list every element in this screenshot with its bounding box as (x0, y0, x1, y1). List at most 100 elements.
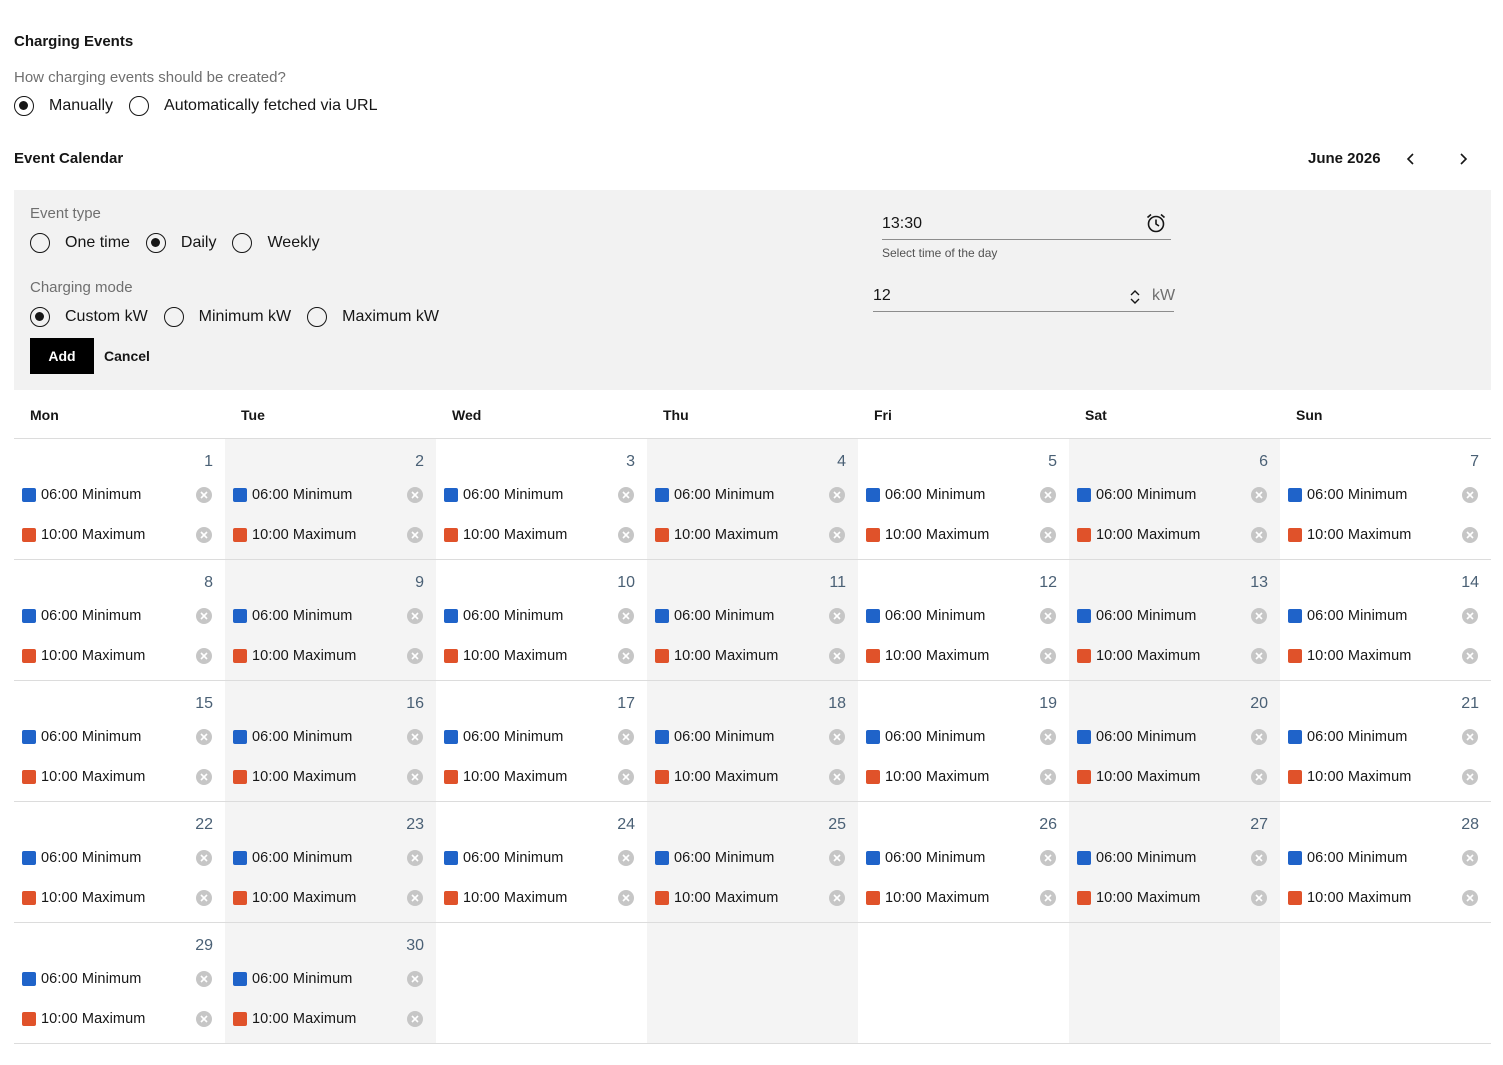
calendar-day-cell[interactable]: 13 06:00 Minimum 10:00 Maximum (1069, 560, 1280, 680)
calendar-day-cell[interactable]: 1 06:00 Minimum 10:00 Maximum (14, 439, 225, 559)
calendar-event[interactable]: 10:00 Maximum (655, 768, 846, 786)
calendar-event[interactable]: 06:00 Minimum (655, 486, 846, 504)
calendar-day-cell[interactable]: 19 06:00 Minimum 10:00 Maximum (858, 681, 1069, 801)
stepper-icon[interactable] (1128, 287, 1142, 307)
calendar-event[interactable]: 10:00 Maximum (1288, 647, 1479, 665)
close-circle-icon[interactable] (195, 1010, 213, 1028)
calendar-day-cell[interactable]: 2 06:00 Minimum 10:00 Maximum (225, 439, 436, 559)
close-circle-icon[interactable] (1250, 647, 1268, 665)
calendar-event[interactable]: 06:00 Minimum (655, 728, 846, 746)
close-circle-icon[interactable] (1250, 768, 1268, 786)
close-circle-icon[interactable] (406, 607, 424, 625)
calendar-event[interactable]: 06:00 Minimum (655, 607, 846, 625)
calendar-day-cell[interactable]: 29 06:00 Minimum 10:00 Maximum (14, 923, 225, 1043)
close-circle-icon[interactable] (195, 728, 213, 746)
close-circle-icon[interactable] (1250, 607, 1268, 625)
calendar-event[interactable]: 10:00 Maximum (866, 647, 1057, 665)
calendar-event[interactable]: 10:00 Maximum (233, 768, 424, 786)
radio-indicator[interactable] (30, 307, 50, 327)
calendar-event[interactable]: 10:00 Maximum (444, 768, 635, 786)
radio-maximum-kw[interactable]: Maximum kW (307, 307, 439, 327)
close-circle-icon[interactable] (1039, 889, 1057, 907)
calendar-day-cell[interactable]: 27 06:00 Minimum 10:00 Maximum (1069, 802, 1280, 922)
time-value[interactable]: 13:30 (882, 215, 922, 233)
calendar-day-cell[interactable]: 10 06:00 Minimum 10:00 Maximum (436, 560, 647, 680)
calendar-event[interactable]: 10:00 Maximum (22, 768, 213, 786)
calendar-day-cell[interactable]: 16 06:00 Minimum 10:00 Maximum (225, 681, 436, 801)
calendar-day-cell[interactable]: 21 06:00 Minimum 10:00 Maximum (1280, 681, 1491, 801)
close-circle-icon[interactable] (828, 889, 846, 907)
kw-value[interactable]: 12 (873, 287, 891, 305)
calendar-day-cell[interactable]: 30 06:00 Minimum 10:00 Maximum (225, 923, 436, 1043)
calendar-day-cell[interactable]: 7 06:00 Minimum 10:00 Maximum (1280, 439, 1491, 559)
close-circle-icon[interactable] (617, 486, 635, 504)
calendar-event[interactable]: 10:00 Maximum (1288, 768, 1479, 786)
calendar-day-cell[interactable]: 3 06:00 Minimum 10:00 Maximum (436, 439, 647, 559)
calendar-event[interactable]: 10:00 Maximum (22, 889, 213, 907)
calendar-event[interactable]: 06:00 Minimum (233, 728, 424, 746)
time-input[interactable]: 13:30 (882, 212, 1171, 240)
calendar-event[interactable]: 06:00 Minimum (444, 849, 635, 867)
close-circle-icon[interactable] (1461, 607, 1479, 625)
calendar-day-cell[interactable]: 4 06:00 Minimum 10:00 Maximum (647, 439, 858, 559)
radio-weekly[interactable]: Weekly (232, 233, 320, 253)
close-circle-icon[interactable] (617, 728, 635, 746)
calendar-event[interactable]: 06:00 Minimum (22, 607, 213, 625)
calendar-event[interactable]: 10:00 Maximum (1077, 647, 1268, 665)
calendar-event[interactable]: 06:00 Minimum (444, 728, 635, 746)
calendar-day-cell[interactable]: 17 06:00 Minimum 10:00 Maximum (436, 681, 647, 801)
close-circle-icon[interactable] (828, 849, 846, 867)
calendar-day-cell[interactable]: 26 06:00 Minimum 10:00 Maximum (858, 802, 1069, 922)
calendar-event[interactable]: 10:00 Maximum (444, 526, 635, 544)
close-circle-icon[interactable] (1461, 849, 1479, 867)
close-circle-icon[interactable] (195, 970, 213, 988)
calendar-event[interactable]: 10:00 Maximum (233, 889, 424, 907)
close-circle-icon[interactable] (406, 647, 424, 665)
calendar-event[interactable]: 10:00 Maximum (866, 526, 1057, 544)
close-circle-icon[interactable] (1039, 526, 1057, 544)
radio-indicator[interactable] (14, 96, 34, 116)
close-circle-icon[interactable] (1039, 728, 1057, 746)
calendar-event[interactable]: 06:00 Minimum (655, 849, 846, 867)
close-circle-icon[interactable] (617, 607, 635, 625)
next-month-button[interactable] (1451, 147, 1475, 171)
close-circle-icon[interactable] (195, 647, 213, 665)
calendar-event[interactable]: 06:00 Minimum (22, 849, 213, 867)
close-circle-icon[interactable] (617, 526, 635, 544)
kw-number-input[interactable]: 12 kW (873, 286, 1175, 312)
calendar-event[interactable]: 10:00 Maximum (233, 526, 424, 544)
calendar-event[interactable]: 06:00 Minimum (1077, 849, 1268, 867)
close-circle-icon[interactable] (1039, 768, 1057, 786)
close-circle-icon[interactable] (1461, 889, 1479, 907)
radio-daily[interactable]: Daily (145, 233, 216, 253)
calendar-event[interactable]: 06:00 Minimum (444, 607, 635, 625)
calendar-event[interactable]: 06:00 Minimum (233, 607, 424, 625)
close-circle-icon[interactable] (1250, 486, 1268, 504)
calendar-day-cell[interactable]: 20 06:00 Minimum 10:00 Maximum (1069, 681, 1280, 801)
calendar-event[interactable]: 10:00 Maximum (1077, 889, 1268, 907)
calendar-event[interactable]: 06:00 Minimum (444, 486, 635, 504)
close-circle-icon[interactable] (617, 889, 635, 907)
calendar-event[interactable]: 06:00 Minimum (866, 486, 1057, 504)
calendar-day-cell[interactable]: 18 06:00 Minimum 10:00 Maximum (647, 681, 858, 801)
alarm-clock-icon[interactable] (1145, 212, 1167, 234)
calendar-event[interactable]: 10:00 Maximum (22, 526, 213, 544)
calendar-day-cell[interactable]: 5 06:00 Minimum 10:00 Maximum (858, 439, 1069, 559)
close-circle-icon[interactable] (1250, 849, 1268, 867)
calendar-event[interactable]: 06:00 Minimum (1077, 607, 1268, 625)
calendar-event[interactable]: 06:00 Minimum (22, 486, 213, 504)
calendar-event[interactable]: 06:00 Minimum (233, 849, 424, 867)
close-circle-icon[interactable] (828, 647, 846, 665)
close-circle-icon[interactable] (195, 889, 213, 907)
calendar-event[interactable]: 10:00 Maximum (22, 647, 213, 665)
prev-month-button[interactable] (1399, 147, 1423, 171)
radio-one-time[interactable]: One time (30, 233, 130, 253)
radio-indicator[interactable] (145, 233, 166, 253)
close-circle-icon[interactable] (406, 486, 424, 504)
close-circle-icon[interactable] (1039, 607, 1057, 625)
calendar-event[interactable]: 06:00 Minimum (22, 970, 213, 988)
add-button[interactable]: Add (30, 338, 94, 374)
radio-indicator[interactable] (232, 233, 253, 253)
calendar-event[interactable]: 10:00 Maximum (444, 647, 635, 665)
calendar-event[interactable]: 06:00 Minimum (1288, 728, 1479, 746)
